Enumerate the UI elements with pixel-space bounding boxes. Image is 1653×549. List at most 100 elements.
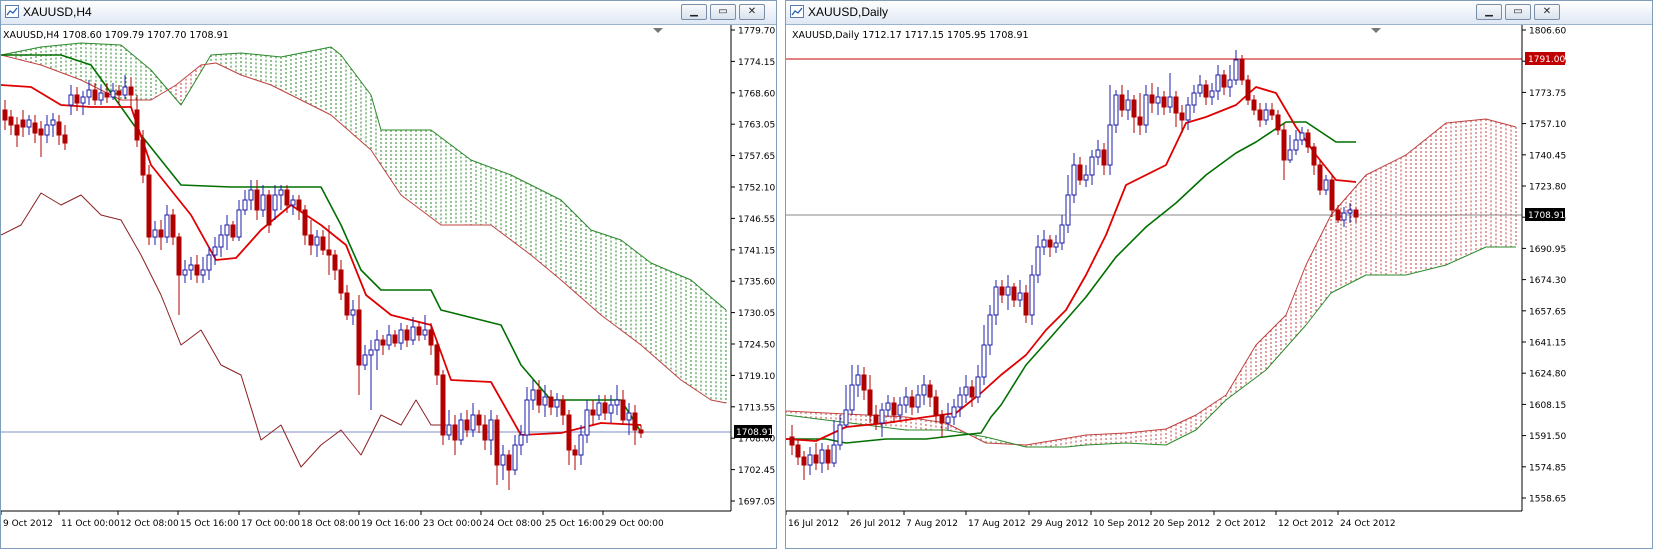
candle-body <box>542 396 548 406</box>
candle-body <box>188 264 194 271</box>
candle-body <box>1293 139 1299 151</box>
price-tick-label: 1730.05 <box>738 309 775 319</box>
candle-body <box>1335 209 1341 221</box>
candle-body <box>416 326 422 336</box>
candle-body <box>464 419 470 431</box>
candle-body <box>8 116 14 126</box>
candle-body <box>1209 90 1215 98</box>
candle-body <box>903 396 909 406</box>
candle-body <box>320 236 326 251</box>
candle-body <box>939 414 945 424</box>
candle-body <box>1095 149 1101 158</box>
candle-body <box>614 399 620 406</box>
candle-body <box>230 224 236 238</box>
candle-body <box>290 199 296 206</box>
candle-body <box>993 286 999 316</box>
candle-body <box>68 94 74 106</box>
candle-body <box>14 124 20 136</box>
time-tick-label: 26 Jul 2012 <box>850 519 901 529</box>
price-tick-label: 1713.55 <box>738 403 775 413</box>
candle-body <box>632 412 638 431</box>
candle-body <box>1323 179 1329 191</box>
candle-body <box>392 334 398 344</box>
candle-body <box>314 236 320 246</box>
candle-body <box>897 404 903 416</box>
h4-title-bar[interactable]: XAUUSD,H4 ▁ ▭ ✕ <box>1 1 776 25</box>
candle-body <box>530 389 536 401</box>
candle-body <box>1023 292 1029 316</box>
candle-body <box>62 134 68 144</box>
candle-body <box>248 189 254 201</box>
candle-body <box>1203 84 1209 98</box>
candle-body <box>1053 242 1059 248</box>
candle-body <box>176 236 182 276</box>
candle-body <box>158 229 164 238</box>
price-tick-label: 1735.60 <box>738 278 775 288</box>
candle-body <box>1185 104 1191 121</box>
candle-body <box>999 286 1005 296</box>
candle-body <box>1005 286 1011 296</box>
price-tick-label: 1806.60 <box>1529 27 1566 37</box>
close-button[interactable]: ✕ <box>1534 4 1560 20</box>
price-tick-label: 1697.05 <box>738 498 775 508</box>
restore-button[interactable]: ▭ <box>710 4 736 20</box>
candle-body <box>981 344 987 378</box>
window-title: XAUUSD,Daily <box>808 5 889 19</box>
candle-body <box>1167 96 1173 108</box>
candle-body <box>536 389 542 406</box>
candle-body <box>1191 92 1197 106</box>
candle-body <box>104 92 110 98</box>
candle-body <box>260 194 266 211</box>
candle-body <box>909 396 915 408</box>
candle-body <box>921 384 927 396</box>
restore-button[interactable]: ▭ <box>1505 4 1531 20</box>
h4-chart-canvas[interactable]: XAUUSD,H4 1708.60 1709.79 1707.70 1708.9… <box>1 25 776 549</box>
candle-body <box>152 229 158 238</box>
price-tick-label: 1608.15 <box>1529 401 1566 411</box>
candle-body <box>476 414 482 426</box>
candle-body <box>32 122 38 134</box>
candle-body <box>122 86 128 96</box>
minimize-button[interactable]: ▁ <box>1476 4 1502 20</box>
candle-body <box>861 374 867 391</box>
candle-body <box>789 436 795 446</box>
candle-body <box>1011 286 1017 301</box>
candle-body <box>1173 96 1179 114</box>
price-tick-label: 1774.15 <box>738 58 775 68</box>
candle-body <box>374 339 380 351</box>
daily-title-bar[interactable]: XAUUSD,Daily ▁ ▭ ✕ <box>786 1 1652 25</box>
candle-body <box>272 194 278 211</box>
candle-body <box>638 429 644 434</box>
candle-body <box>44 124 50 136</box>
price-tick-label: 1723.80 <box>1529 183 1566 193</box>
candle-body <box>1281 129 1287 161</box>
candle-body <box>602 402 608 414</box>
time-tick-label: 11 Oct 00:00 <box>61 519 120 529</box>
daily-chart-canvas[interactable]: XAUUSD,Daily 1712.17 1717.15 1705.95 170… <box>786 25 1652 549</box>
price-tick-label: 1624.80 <box>1529 370 1566 380</box>
h4-chart-window: XAUUSD,H4 ▁ ▭ ✕ XAUUSD,H4 1708.60 1709.7… <box>0 0 777 549</box>
price-tick-label: 1763.05 <box>738 121 775 131</box>
candle-body <box>1059 224 1065 244</box>
candle-body <box>296 199 302 211</box>
candle-body <box>849 384 855 411</box>
price-tick-label: 1674.30 <box>1529 276 1566 286</box>
candle-body <box>1353 209 1359 218</box>
candle-body <box>1269 109 1275 116</box>
candle-body <box>2 109 8 121</box>
minimize-button[interactable]: ▁ <box>681 4 707 20</box>
candle-body <box>1215 74 1221 92</box>
price-tick-label: 1591.50 <box>1529 432 1566 442</box>
candle-body <box>957 394 963 408</box>
candle-body <box>1155 96 1161 104</box>
candle-body <box>386 334 392 346</box>
close-button[interactable]: ✕ <box>739 4 765 20</box>
candle-body <box>855 374 861 386</box>
candle-body <box>86 89 92 98</box>
candle-body <box>584 409 590 436</box>
candle-body <box>843 409 849 426</box>
candle-body <box>236 209 242 238</box>
candle-body <box>512 444 518 471</box>
candle-body <box>1113 94 1119 126</box>
candle-body <box>801 456 807 466</box>
